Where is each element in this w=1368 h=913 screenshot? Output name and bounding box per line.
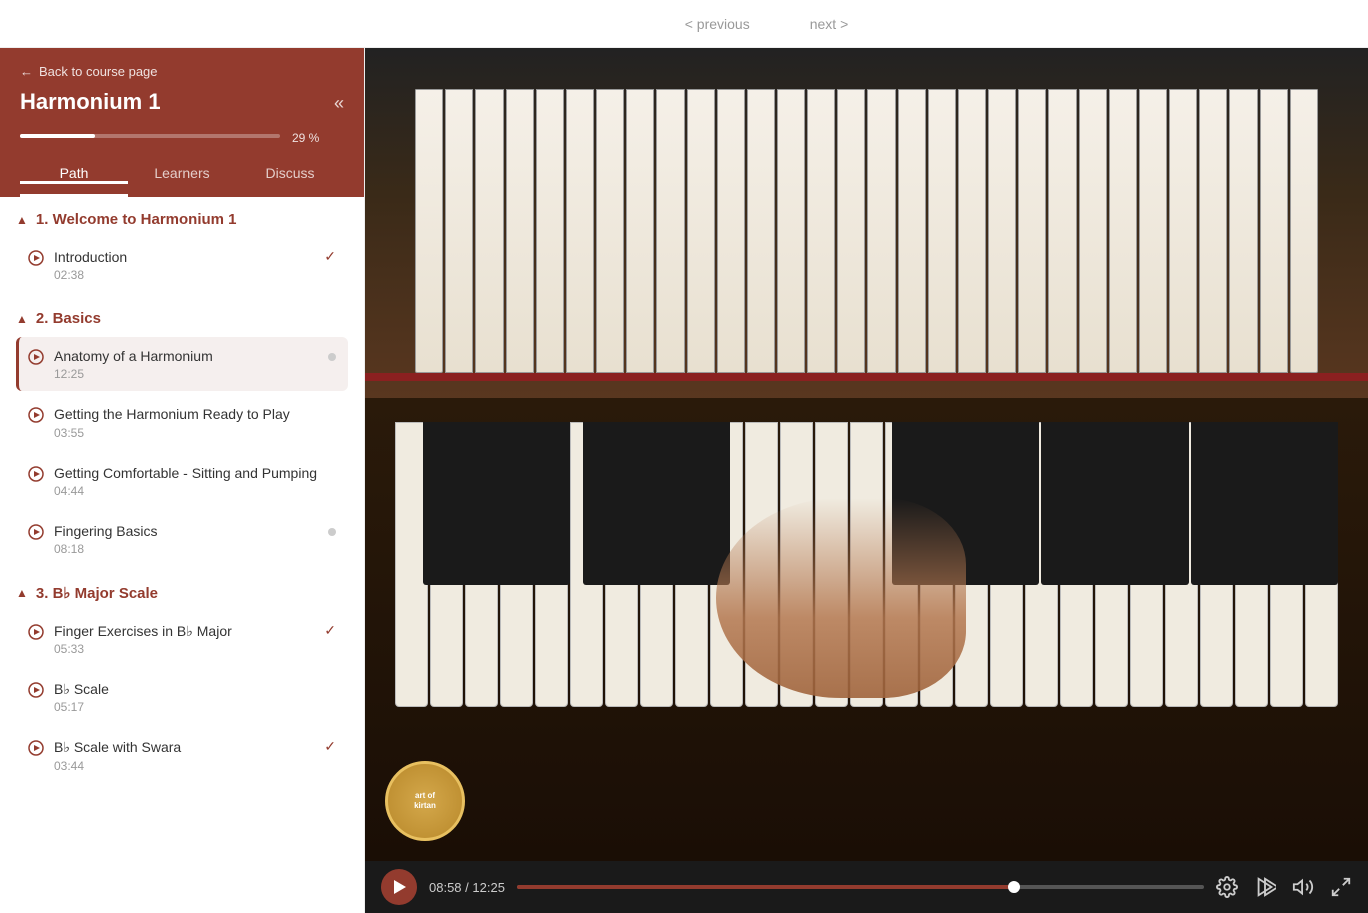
badge-text-line1: art of bbox=[415, 791, 435, 801]
section-1-title: 1. Welcome to Harmonium 1 bbox=[36, 211, 237, 228]
section-3-title: 3. B♭ Major Scale bbox=[36, 584, 158, 602]
badge-circle: art of kirtan bbox=[385, 761, 465, 841]
section-welcome: ▲ 1. Welcome to Harmonium 1 bbox=[0, 197, 364, 292]
lesson-dot-2 bbox=[328, 528, 336, 536]
progress-track bbox=[20, 134, 280, 138]
video-frame: art of kirtan bbox=[365, 48, 1368, 861]
video-progress-thumb bbox=[1008, 881, 1020, 893]
tab-path[interactable]: Path bbox=[20, 155, 128, 197]
lesson-check-3: ✓ bbox=[324, 738, 336, 755]
lesson-bb-scale[interactable]: B♭ Scale 05:17 bbox=[16, 670, 348, 724]
video-controls: 08:58 / 12:25 bbox=[365, 861, 1368, 913]
lesson-check-2: ✓ bbox=[324, 622, 336, 639]
lesson-finger-bb[interactable]: Finger Exercises in B♭ Major 05:33 ✓ bbox=[16, 612, 348, 666]
sidebar: ← Back to course page Harmonium 1 « 29 %… bbox=[0, 48, 365, 913]
speed-icon[interactable] bbox=[1254, 876, 1276, 898]
play-button[interactable] bbox=[381, 869, 417, 905]
sidebar-title-row: Harmonium 1 « bbox=[20, 89, 344, 127]
section-1-lessons: Introduction 02:38 ✓ bbox=[0, 238, 364, 292]
play-circle-icon-3 bbox=[28, 407, 44, 428]
play-circle-icon bbox=[28, 250, 44, 271]
tab-discuss[interactable]: Discuss bbox=[236, 155, 344, 197]
lesson-fingering[interactable]: Fingering Basics 08:18 bbox=[16, 512, 348, 566]
section-2-header[interactable]: ▲ 2. Basics bbox=[0, 296, 364, 337]
section-1-header[interactable]: ▲ 1. Welcome to Harmonium 1 bbox=[0, 197, 364, 238]
section-2-title: 2. Basics bbox=[36, 310, 101, 327]
previous-link[interactable]: < previous bbox=[685, 16, 750, 32]
lesson-sitting[interactable]: Getting Comfortable - Sitting and Pumpin… bbox=[16, 454, 348, 508]
play-circle-icon-7 bbox=[28, 682, 44, 703]
lesson-completed-check: ✓ bbox=[324, 248, 336, 265]
lesson-bb-swara[interactable]: B♭ Scale with Swara 03:44 ✓ bbox=[16, 728, 348, 782]
video-area: art of kirtan 08:58 / 12:25 bbox=[365, 48, 1368, 913]
play-circle-icon-6 bbox=[28, 624, 44, 645]
lesson-get-ready[interactable]: Getting the Harmonium Ready to Play 03:5… bbox=[16, 395, 348, 449]
hand-overlay bbox=[716, 498, 966, 698]
current-time: 08:58 bbox=[429, 880, 462, 895]
video-wrapper[interactable]: art of kirtan bbox=[365, 48, 1368, 861]
play-circle-icon-4 bbox=[28, 466, 44, 487]
section-1-toggle[interactable]: ▲ bbox=[16, 213, 28, 227]
top-bar: < previous next > bbox=[0, 0, 1368, 48]
volume-icon[interactable] bbox=[1292, 876, 1314, 898]
main-layout: ← Back to course page Harmonium 1 « 29 %… bbox=[0, 48, 1368, 913]
total-time: 12:25 bbox=[472, 880, 505, 895]
section-2-lessons: Anatomy of a Harmonium 12:25 bbox=[0, 337, 364, 566]
play-circle-icon-5 bbox=[28, 524, 44, 545]
sidebar-content: ▲ 1. Welcome to Harmonium 1 bbox=[0, 197, 364, 913]
section-basics: ▲ 2. Basics bbox=[0, 296, 364, 566]
course-title: Harmonium 1 bbox=[20, 89, 161, 115]
settings-icon[interactable] bbox=[1216, 876, 1238, 898]
sidebar-tabs: Path Learners Discuss bbox=[20, 155, 344, 197]
video-progress-fill bbox=[517, 885, 1014, 889]
section-2-toggle[interactable]: ▲ bbox=[16, 312, 28, 326]
progress-fill bbox=[20, 134, 95, 138]
course-progress: 29 % bbox=[20, 127, 344, 145]
section-3-header[interactable]: ▲ 3. B♭ Major Scale bbox=[0, 570, 364, 612]
control-icons bbox=[1216, 876, 1352, 898]
sidebar-header: ← Back to course page Harmonium 1 « 29 %… bbox=[0, 48, 364, 197]
fullscreen-icon[interactable] bbox=[1330, 876, 1352, 898]
next-link[interactable]: next > bbox=[810, 16, 849, 32]
progress-percent: 29 % bbox=[292, 131, 319, 145]
badge-text-line2: kirtan bbox=[414, 801, 436, 811]
lesson-anatomy[interactable]: Anatomy of a Harmonium 12:25 bbox=[16, 337, 348, 391]
play-circle-icon-8 bbox=[28, 740, 44, 761]
section-3-toggle[interactable]: ▲ bbox=[16, 586, 28, 600]
section-3-lessons: Finger Exercises in B♭ Major 05:33 ✓ bbox=[0, 612, 364, 783]
top-nav: < previous next > bbox=[685, 16, 849, 32]
time-display: 08:58 / 12:25 bbox=[429, 880, 505, 895]
back-arrow-icon: ← bbox=[20, 64, 33, 79]
play-circle-icon-2 bbox=[28, 349, 44, 370]
collapse-button[interactable]: « bbox=[334, 93, 344, 114]
badge-overlay: art of kirtan bbox=[385, 761, 465, 841]
section-bb-scale: ▲ 3. B♭ Major Scale bbox=[0, 570, 364, 783]
back-to-course[interactable]: ← Back to course page bbox=[20, 64, 344, 79]
video-progress-track[interactable] bbox=[517, 885, 1204, 889]
lesson-introduction[interactable]: Introduction 02:38 ✓ bbox=[16, 238, 348, 292]
tab-learners[interactable]: Learners bbox=[128, 155, 236, 197]
lesson-dot-indicator bbox=[328, 353, 336, 361]
